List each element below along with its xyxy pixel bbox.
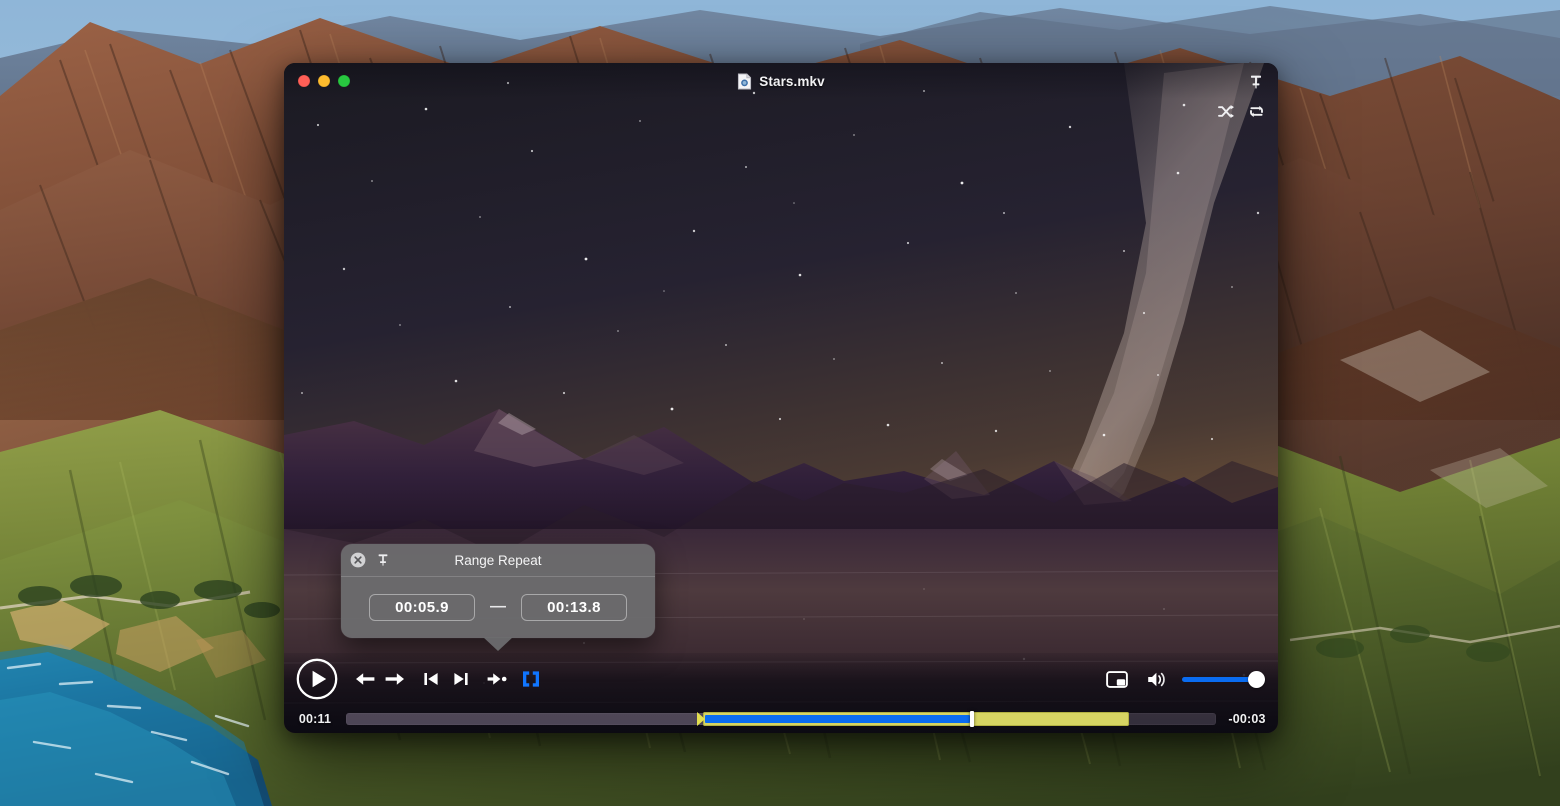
repeat-icon[interactable]: [1246, 101, 1266, 121]
range-repeat-glyph: [523, 671, 539, 687]
pin-glyph: [1251, 75, 1261, 89]
previous-chapter-glyph: [424, 673, 438, 685]
step-forward-glyph: [385, 673, 404, 685]
close-window-button[interactable]: [298, 75, 310, 87]
popover-body: 00:05.9 — 00:13.8: [341, 577, 655, 637]
range-repeat-popover[interactable]: Range Repeat 00:05.9 — 00:13.8: [341, 544, 655, 651]
range-start-input[interactable]: 00:05.9: [369, 593, 475, 621]
shuffle-icon[interactable]: [1216, 101, 1236, 121]
seek-bar[interactable]: [346, 711, 1216, 727]
speed-icon[interactable]: [482, 664, 512, 694]
range-repeat-icon[interactable]: [516, 664, 546, 694]
pin-icon[interactable]: [1246, 72, 1266, 92]
repeat-glyph: [1249, 105, 1263, 117]
elapsed-time: 00:11: [298, 712, 332, 726]
transport-row: [284, 653, 1278, 705]
playback-mode-controls[interactable]: [1216, 101, 1266, 121]
maximize-window-button[interactable]: [338, 75, 350, 87]
speed-glyph: [487, 673, 507, 685]
shuffle-glyph: [1217, 104, 1234, 118]
speaker-glyph: [1148, 672, 1165, 686]
loop-range-band[interactable]: [702, 712, 1129, 726]
traffic-lights[interactable]: [298, 75, 350, 87]
range-separator: —: [490, 598, 506, 615]
next-chapter-icon[interactable]: [446, 664, 476, 694]
document-icon: [738, 73, 752, 89]
close-icon[interactable]: [350, 552, 366, 568]
seek-row: 00:11 -00:03: [284, 705, 1278, 733]
speaker-icon[interactable]: [1142, 664, 1172, 694]
volume-slider[interactable]: [1182, 670, 1265, 688]
popover-header: Range Repeat: [341, 544, 655, 577]
minimize-window-button[interactable]: [318, 75, 330, 87]
next-chapter-glyph: [454, 673, 468, 685]
pin-glyph: [378, 554, 388, 566]
step-backward-glyph: [356, 673, 375, 685]
loop-start-marker[interactable]: [696, 712, 705, 726]
step-backward-icon[interactable]: [350, 664, 380, 694]
video-player-window[interactable]: Stars.mkv Range Repeat 00:05.9 — 00:13.8…: [284, 63, 1278, 733]
range-end-input[interactable]: 00:13.8: [521, 593, 627, 621]
pin-icon[interactable]: [375, 552, 391, 568]
play-button[interactable]: [296, 658, 338, 700]
loop-progress-fill: [704, 715, 971, 723]
transport-buttons[interactable]: [350, 664, 546, 694]
previous-chapter-icon[interactable]: [416, 664, 446, 694]
window-title-group: Stars.mkv: [284, 63, 1278, 99]
volume-knob[interactable]: [1248, 670, 1265, 688]
playhead-cursor[interactable]: [970, 711, 975, 727]
window-titlebar: Stars.mkv: [284, 63, 1278, 99]
window-title: Stars.mkv: [759, 73, 825, 89]
popover-tail: [483, 637, 513, 651]
player-control-bar: 00:11 -00:03: [284, 653, 1278, 733]
step-forward-icon[interactable]: [380, 664, 410, 694]
picture-in-picture-icon[interactable]: [1102, 664, 1132, 694]
pip-glyph: [1106, 670, 1128, 688]
right-controls[interactable]: [1102, 653, 1265, 705]
remaining-time: -00:03: [1228, 712, 1266, 726]
